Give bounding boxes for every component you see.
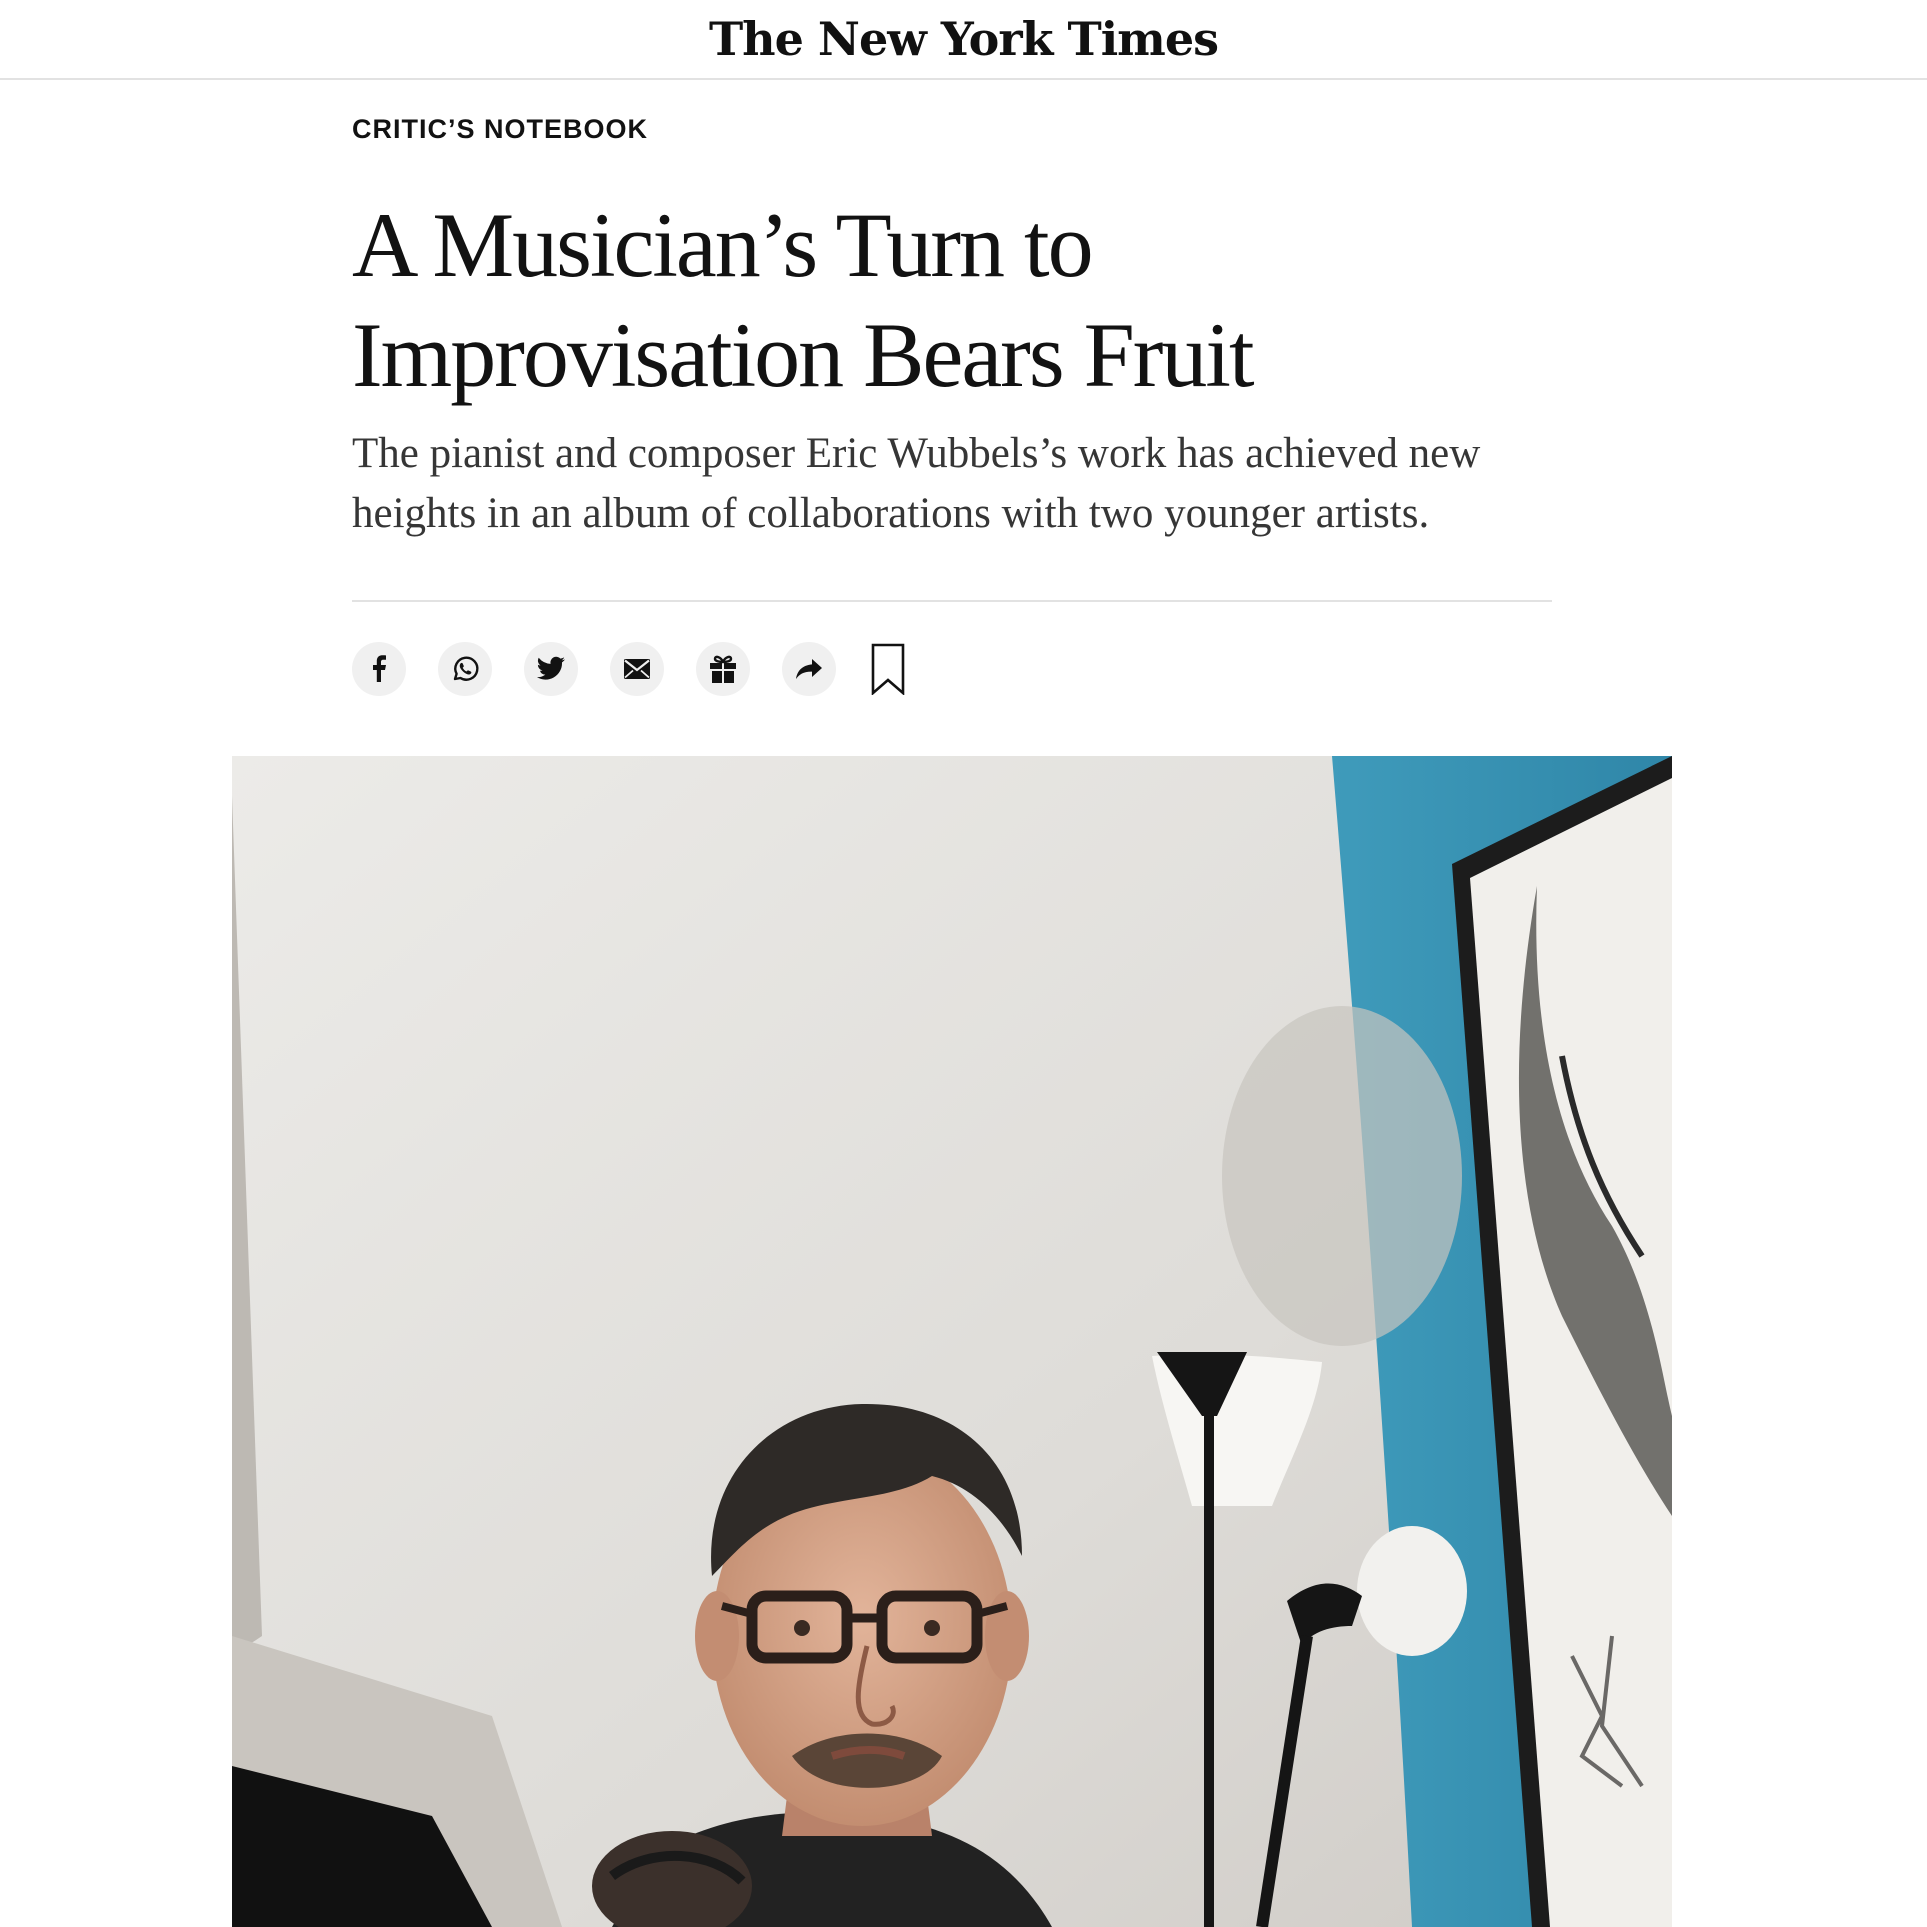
share-facebook-button[interactable] xyxy=(352,642,406,696)
masthead: The New York Times xyxy=(0,0,1927,80)
share-email-button[interactable] xyxy=(610,642,664,696)
divider xyxy=(352,600,1552,602)
share-whatsapp-button[interactable] xyxy=(438,642,492,696)
musician-portrait-illustration xyxy=(232,756,1672,1927)
save-button[interactable] xyxy=(868,641,908,697)
share-toolbar xyxy=(352,641,908,697)
whatsapp-icon xyxy=(453,656,479,681)
bookmark-icon xyxy=(871,643,905,695)
facebook-icon xyxy=(373,655,386,682)
share-arrow-icon xyxy=(796,659,822,679)
article-summary: The pianist and composer Eric Wubbels’s … xyxy=(352,430,1481,537)
twitter-icon xyxy=(536,656,565,680)
email-icon xyxy=(624,659,650,679)
share-twitter-button[interactable] xyxy=(524,642,578,696)
gift-icon xyxy=(710,655,736,683)
article-headline: A Musician’s Turn to Improvisation Bears… xyxy=(352,194,1255,406)
article-kicker[interactable]: CRITIC’S NOTEBOOK xyxy=(352,112,648,146)
nyt-logo[interactable]: The New York Times xyxy=(0,4,1927,74)
gift-article-button[interactable] xyxy=(696,642,750,696)
more-share-button[interactable] xyxy=(782,642,836,696)
lead-photo[interactable] xyxy=(232,756,1672,1927)
